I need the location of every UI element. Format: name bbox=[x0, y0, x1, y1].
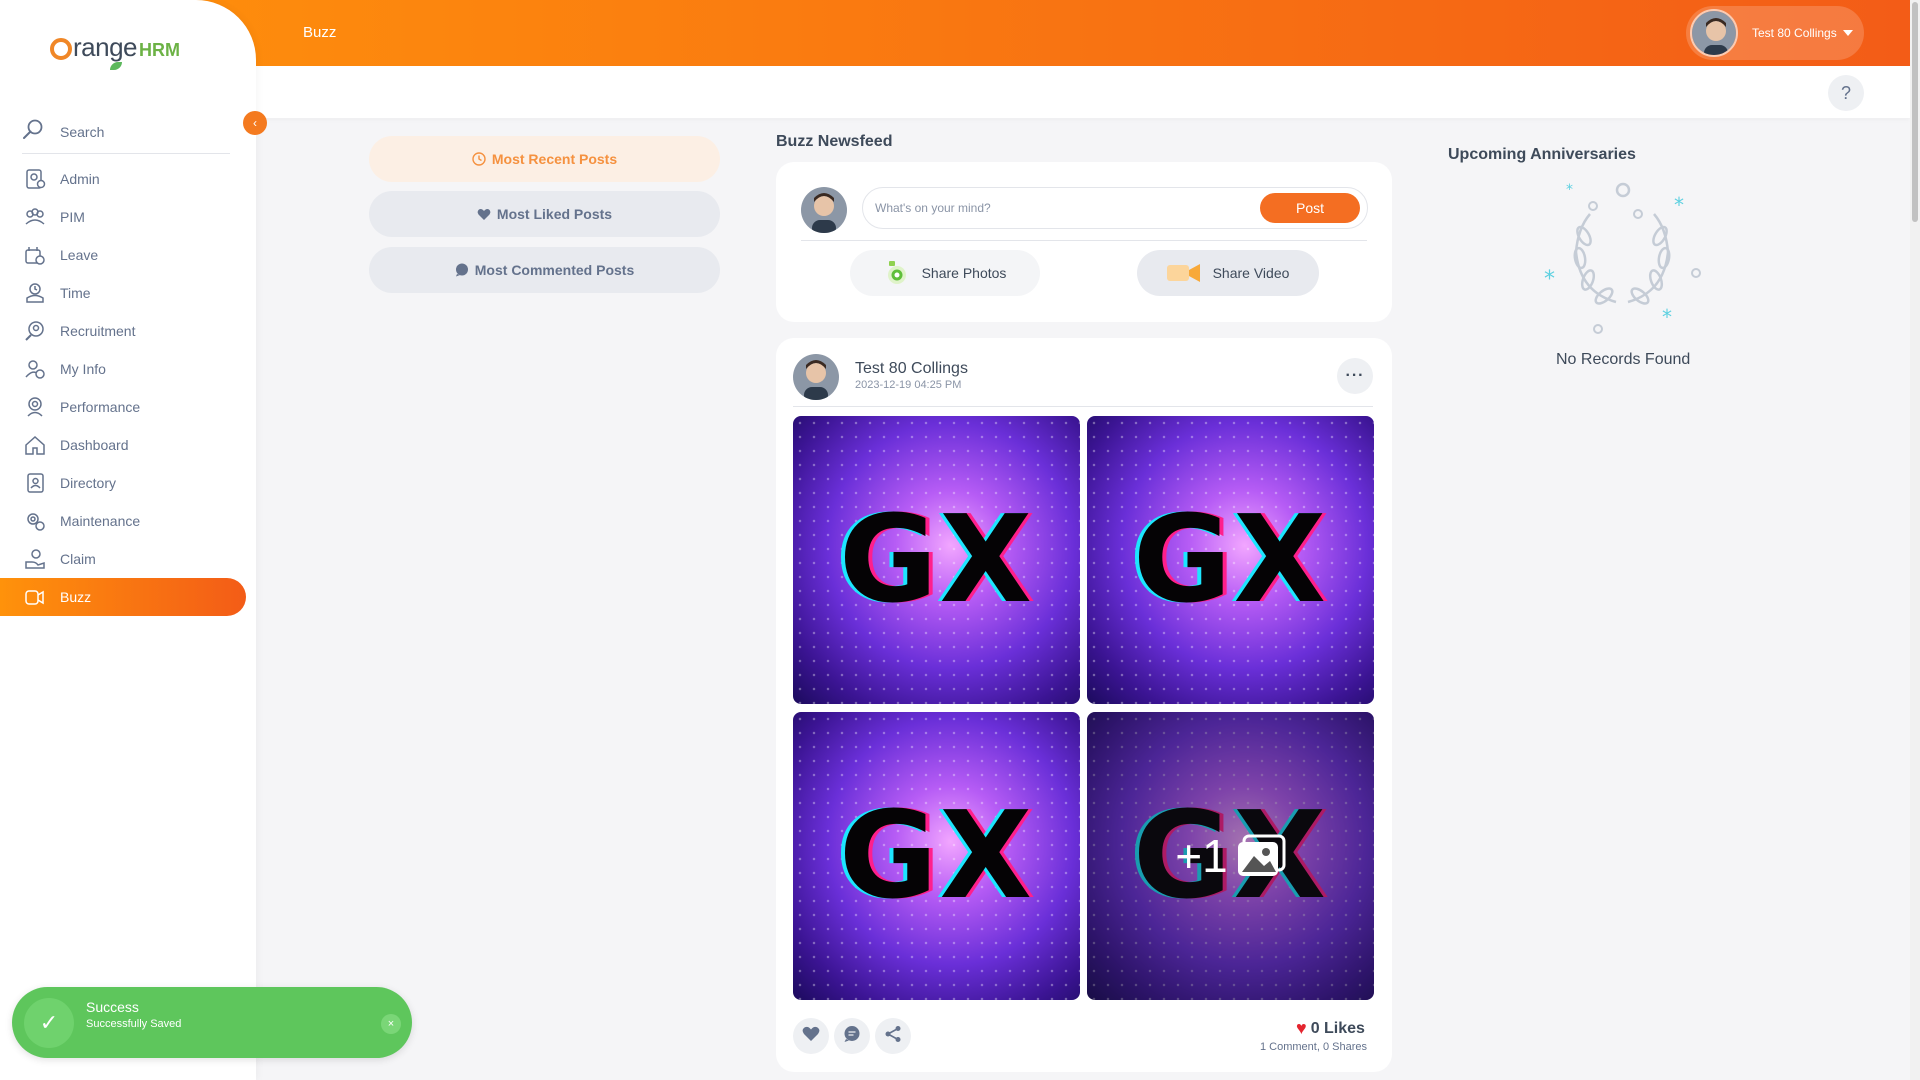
search-label: Search bbox=[60, 123, 105, 140]
comment-icon bbox=[843, 1025, 861, 1048]
post-photo-2[interactable]: GX bbox=[1087, 416, 1374, 704]
sidebar-item-dashboard[interactable]: Dashboard bbox=[0, 426, 246, 464]
comment-button[interactable] bbox=[834, 1018, 870, 1054]
post-photo-more[interactable]: GX +1 bbox=[1087, 712, 1374, 1000]
sidebar-item-time[interactable]: Time bbox=[0, 274, 246, 312]
most-liked-posts-button[interactable]: Most Liked Posts bbox=[369, 191, 720, 237]
page-scrollbar[interactable] bbox=[1910, 0, 1920, 1080]
more-photos-overlay: +1 bbox=[1087, 712, 1374, 1000]
newsfeed-title: Buzz Newsfeed bbox=[776, 133, 893, 150]
sidebar-item-directory[interactable]: Directory bbox=[0, 464, 246, 502]
help-button[interactable]: ? bbox=[1828, 75, 1864, 111]
post-card: Test 80 Collings 2023-12-19 04:25 PM ···… bbox=[776, 338, 1392, 1072]
user-avatar bbox=[1690, 9, 1738, 57]
page-title: Buzz bbox=[303, 24, 337, 41]
toast-title: Success bbox=[86, 999, 139, 1015]
search-icon bbox=[22, 118, 44, 145]
share-photos-button[interactable]: Share Photos bbox=[850, 250, 1040, 296]
post-author[interactable]: Test 80 Collings bbox=[855, 360, 968, 378]
comments-count[interactable]: 1 Comment bbox=[1260, 1041, 1317, 1053]
check-icon: ✓ bbox=[24, 998, 74, 1048]
close-icon[interactable]: × bbox=[381, 1014, 401, 1034]
sidebar-item-leave[interactable]: Leave bbox=[0, 236, 246, 274]
create-post-card: What's on your mind? Post Share Photos S… bbox=[776, 162, 1392, 322]
comment-icon bbox=[455, 263, 469, 277]
video-camera-icon bbox=[1166, 263, 1201, 283]
sidebar-nav: Admin PIM Leave Time Recruitment My Info… bbox=[0, 160, 256, 616]
current-user-avatar bbox=[801, 187, 847, 233]
user-name: Test 80 Collings bbox=[1752, 26, 1837, 40]
recruitment-icon bbox=[22, 318, 48, 344]
post-button[interactable]: Post bbox=[1260, 193, 1360, 223]
buzz-icon bbox=[22, 584, 48, 610]
my-info-icon bbox=[22, 356, 48, 382]
post-options-button[interactable]: ··· bbox=[1337, 358, 1373, 394]
heart-icon bbox=[477, 208, 491, 221]
sidebar-item-admin[interactable]: Admin bbox=[0, 160, 246, 198]
share-video-button[interactable]: Share Video bbox=[1137, 250, 1319, 296]
heart-icon bbox=[802, 1026, 820, 1047]
author-avatar[interactable] bbox=[793, 354, 839, 400]
directory-icon bbox=[22, 470, 48, 496]
anniversaries-title: Upcoming Anniversaries bbox=[1448, 146, 1636, 163]
top-bar: Buzz Test 80 Collings bbox=[0, 0, 1910, 66]
sidebar-item-maintenance[interactable]: Maintenance bbox=[0, 502, 246, 540]
scrollbar-thumb[interactable] bbox=[1912, 2, 1918, 222]
orangehrm-logo[interactable]: range HRM bbox=[50, 32, 180, 70]
leave-icon bbox=[22, 242, 48, 268]
share-button[interactable] bbox=[875, 1018, 911, 1054]
toast-message: Successfully Saved bbox=[86, 1018, 182, 1030]
post-stats: 1 Comment, 0 Shares bbox=[1260, 1041, 1368, 1053]
sidebar: range HRM Search Admin PIM Leave Time Re… bbox=[0, 0, 256, 1080]
sidebar-item-buzz[interactable]: Buzz bbox=[0, 578, 246, 616]
success-toast: ✓ Success Successfully Saved × bbox=[12, 987, 412, 1058]
sidebar-collapse-button[interactable]: ‹ bbox=[243, 111, 267, 135]
post-timestamp: 2023-12-19 04:25 PM bbox=[855, 379, 962, 391]
most-recent-posts-button[interactable]: Most Recent Posts bbox=[369, 136, 720, 182]
svg-text:*: * bbox=[1544, 267, 1555, 292]
more-photos-count: +1 bbox=[1175, 830, 1228, 882]
logo-o-shape bbox=[50, 38, 72, 60]
performance-icon bbox=[22, 394, 48, 420]
shares-count: 0 Shares bbox=[1322, 1041, 1368, 1053]
sidebar-item-pim[interactable]: PIM bbox=[0, 198, 246, 236]
post-photo-1[interactable]: GX bbox=[793, 416, 1080, 704]
svg-text:*: * bbox=[1662, 305, 1672, 329]
divider bbox=[801, 240, 1367, 241]
like-button[interactable] bbox=[793, 1018, 829, 1054]
images-icon bbox=[1236, 834, 1286, 878]
clock-icon bbox=[472, 152, 486, 166]
sidebar-item-recruitment[interactable]: Recruitment bbox=[0, 312, 246, 350]
pim-icon bbox=[22, 204, 48, 230]
svg-text:*: * bbox=[1566, 182, 1573, 198]
claim-icon bbox=[22, 546, 48, 572]
divider bbox=[793, 406, 1373, 407]
post-photo-3[interactable]: GX bbox=[793, 712, 1080, 1000]
admin-icon bbox=[22, 166, 48, 192]
likes-count: ♥ 0 Likes bbox=[1296, 1018, 1365, 1038]
camera-icon bbox=[884, 261, 910, 285]
user-dropdown[interactable]: Test 80 Collings bbox=[1686, 6, 1864, 60]
maintenance-icon bbox=[22, 508, 48, 534]
share-icon bbox=[884, 1025, 902, 1048]
time-icon bbox=[22, 280, 48, 306]
svg-text:*: * bbox=[1674, 193, 1684, 217]
heart-icon: ♥ bbox=[1296, 1018, 1307, 1038]
sidebar-item-claim[interactable]: Claim bbox=[0, 540, 246, 578]
logo-leaf bbox=[110, 62, 122, 70]
chevron-down-icon bbox=[1842, 30, 1853, 36]
sidebar-item-performance[interactable]: Performance bbox=[0, 388, 246, 426]
no-records-text: No Records Found bbox=[1556, 351, 1691, 368]
laurel-wreath-icon: * * * * bbox=[1540, 176, 1708, 340]
sidebar-search[interactable]: Search bbox=[22, 110, 230, 154]
most-commented-posts-button[interactable]: Most Commented Posts bbox=[369, 247, 720, 293]
sidebar-item-my-info[interactable]: My Info bbox=[0, 350, 246, 388]
sub-bar bbox=[0, 66, 1910, 118]
dashboard-icon bbox=[22, 432, 48, 458]
